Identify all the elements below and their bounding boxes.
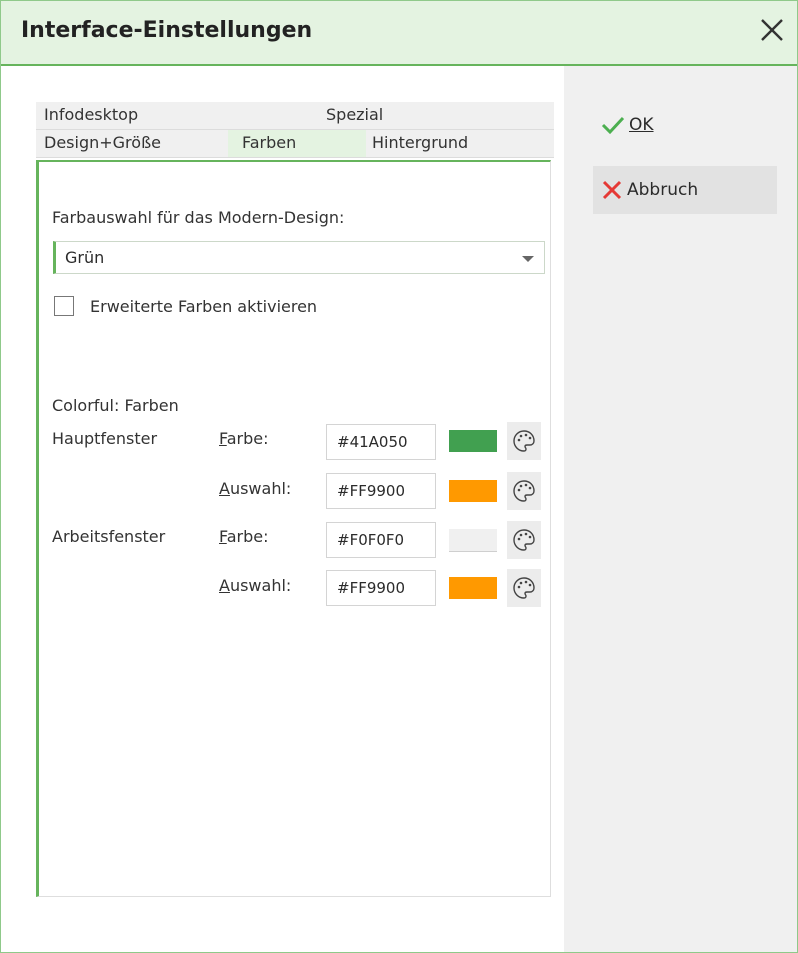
hex-value: #41A050: [337, 433, 408, 451]
cancel-button-label: Abbruch: [627, 180, 699, 200]
hex-input[interactable]: #F0F0F0: [326, 522, 436, 558]
field-label-auswahl: Auswahl:: [219, 479, 292, 498]
tab-hintergrund[interactable]: Hintergrund: [372, 133, 468, 152]
hex-input[interactable]: #FF9900: [326, 473, 436, 509]
checkmark-icon: [601, 116, 625, 135]
field-label-auswahl: Auswahl:: [219, 576, 292, 595]
hex-input[interactable]: #41A050: [326, 424, 436, 460]
colorful-heading: Colorful: Farben: [52, 396, 179, 415]
window-title: Interface-Einstellungen: [21, 18, 313, 43]
design-color-value: Grün: [65, 248, 105, 267]
palette-icon[interactable]: [507, 569, 541, 607]
design-color-select[interactable]: Grün: [53, 241, 545, 274]
section-label-arbeitsfenster: Arbeitsfenster: [52, 527, 166, 546]
palette-icon[interactable]: [507, 472, 541, 510]
ok-button-label: OK: [629, 115, 654, 135]
x-icon: [602, 180, 622, 200]
dialog-window: Interface-Einstellungen OK Abbruch Infod…: [0, 0, 798, 953]
ok-button[interactable]: OK: [593, 101, 777, 149]
tab-farben[interactable]: Farben: [228, 130, 366, 157]
field-label-farbe: Farbe:: [219, 527, 269, 546]
extended-colors-label: Erweiterte Farben aktivieren: [90, 297, 318, 316]
tab-strip: Infodesktop Spezial Design+Größe Farben …: [36, 99, 554, 161]
palette-icon[interactable]: [507, 521, 541, 559]
color-swatch[interactable]: [449, 430, 497, 452]
tab-spezial[interactable]: Spezial: [326, 105, 383, 124]
color-swatch[interactable]: [449, 480, 497, 502]
hex-value: #FF9900: [337, 482, 405, 500]
title-bar: Interface-Einstellungen: [1, 1, 797, 66]
design-color-label: Farbauswahl für das Modern-Design:: [52, 208, 345, 227]
tab-row-1: Infodesktop Spezial: [36, 102, 554, 130]
cancel-button[interactable]: Abbruch: [593, 166, 777, 214]
tab-row-2: Design+Größe Farben Hintergrund: [36, 130, 554, 158]
color-swatch[interactable]: [449, 577, 497, 599]
hex-value: #F0F0F0: [337, 531, 405, 549]
hex-value: #FF9900: [337, 579, 405, 597]
extended-colors-checkbox[interactable]: [54, 296, 74, 316]
palette-icon[interactable]: [507, 422, 541, 460]
close-icon[interactable]: [757, 15, 787, 45]
tab-design-groesse[interactable]: Design+Größe: [44, 133, 161, 152]
tab-infodesktop[interactable]: Infodesktop: [44, 105, 138, 124]
section-label-hauptfenster: Hauptfenster: [52, 429, 158, 448]
chevron-down-icon[interactable]: [522, 256, 534, 262]
field-label-farbe: Farbe:: [219, 429, 269, 448]
hex-input[interactable]: #FF9900: [326, 570, 436, 606]
color-swatch[interactable]: [449, 529, 497, 552]
